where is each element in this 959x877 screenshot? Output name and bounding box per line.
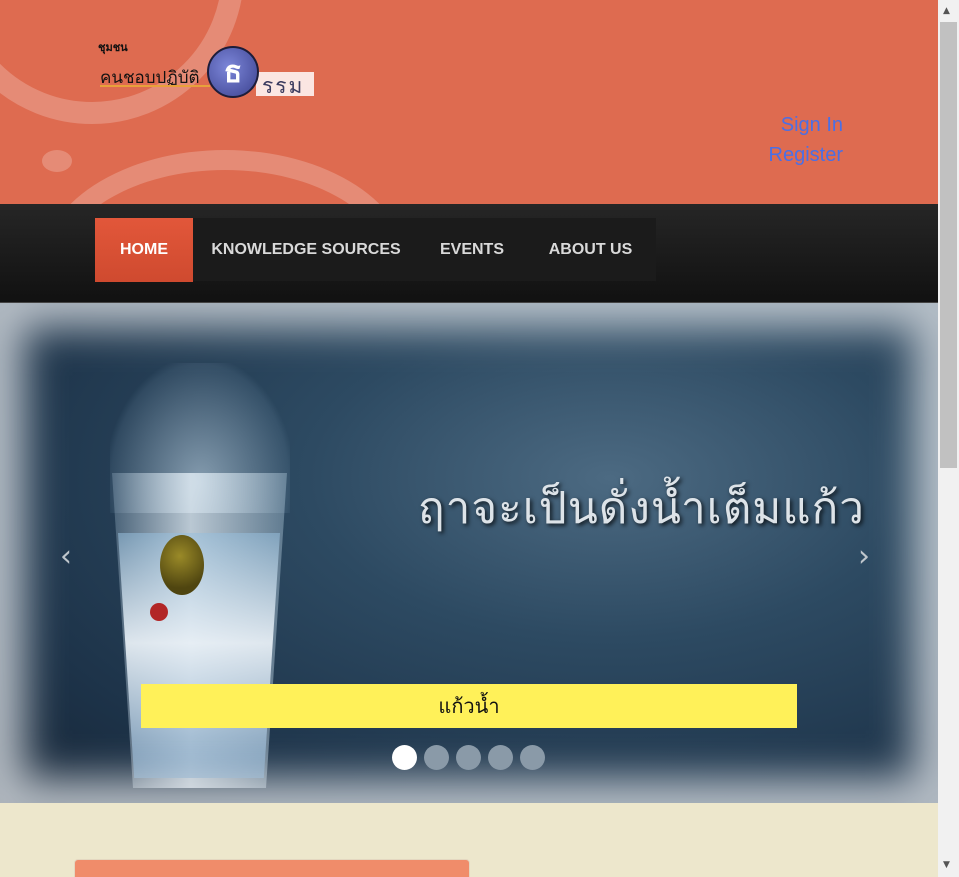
logo-small-text: ชุมชน	[98, 41, 128, 54]
carousel-indicators	[392, 745, 545, 770]
carousel-indicator[interactable]	[392, 745, 417, 770]
logo-tail-text: รรม	[262, 74, 305, 98]
decorative-ring	[40, 150, 410, 204]
slide-vignette	[0, 303, 938, 803]
carousel-indicator[interactable]	[488, 745, 513, 770]
scroll-up-icon[interactable]: ▲	[943, 6, 950, 16]
main-navbar: HOME KNOWLEDGE SOURCES EVENTS ABOUT US	[0, 204, 938, 303]
register-link[interactable]: Register	[769, 140, 843, 170]
auth-links: Sign In Register	[769, 110, 843, 170]
nav-item-home[interactable]: HOME	[95, 218, 193, 282]
scrollbar-thumb[interactable]	[940, 22, 957, 468]
site-logo[interactable]: ชุมชน คนชอบปฏิบัติ ธ รรม	[96, 36, 318, 102]
slide-headline: ฤาจะเป็นดั่งน้ำเต็มแก้ว	[418, 483, 865, 534]
logo-circle-letter: ธ	[223, 54, 243, 90]
logo-circle-icon: ธ	[207, 46, 259, 98]
page: ชุมชน คนชอบปฏิบัติ ธ รรม Sign In Registe…	[0, 0, 938, 877]
carousel-indicator[interactable]	[424, 745, 449, 770]
carousel-prev-icon[interactable]: ‹	[60, 539, 72, 574]
scroll-down-icon[interactable]: ▼	[943, 860, 950, 870]
nav-item-about-us[interactable]: ABOUT US	[525, 218, 656, 281]
nav-menu: HOME KNOWLEDGE SOURCES EVENTS ABOUT US	[95, 218, 656, 282]
image-carousel: ฤาจะเป็นดั่งน้ำเต็มแก้ว ‹ › แก้วน้ำ	[0, 303, 938, 803]
page-scrollbar[interactable]: ▲ ▼	[938, 0, 959, 877]
carousel-next-icon[interactable]: ›	[858, 539, 870, 574]
carousel-indicator[interactable]	[520, 745, 545, 770]
slide-caption-text: แก้วน้ำ	[438, 694, 500, 718]
decorative-blob	[42, 150, 72, 172]
logo-underline	[100, 85, 210, 87]
site-header: ชุมชน คนชอบปฏิบัติ ธ รรม Sign In Registe…	[0, 0, 938, 204]
carousel-indicator[interactable]	[456, 745, 481, 770]
slide-caption: แก้วน้ำ	[141, 684, 797, 728]
content-panel-header	[74, 859, 470, 877]
nav-item-events[interactable]: EVENTS	[419, 218, 525, 281]
sign-in-link[interactable]: Sign In	[769, 110, 843, 140]
nav-item-knowledge-sources[interactable]: KNOWLEDGE SOURCES	[193, 218, 419, 281]
